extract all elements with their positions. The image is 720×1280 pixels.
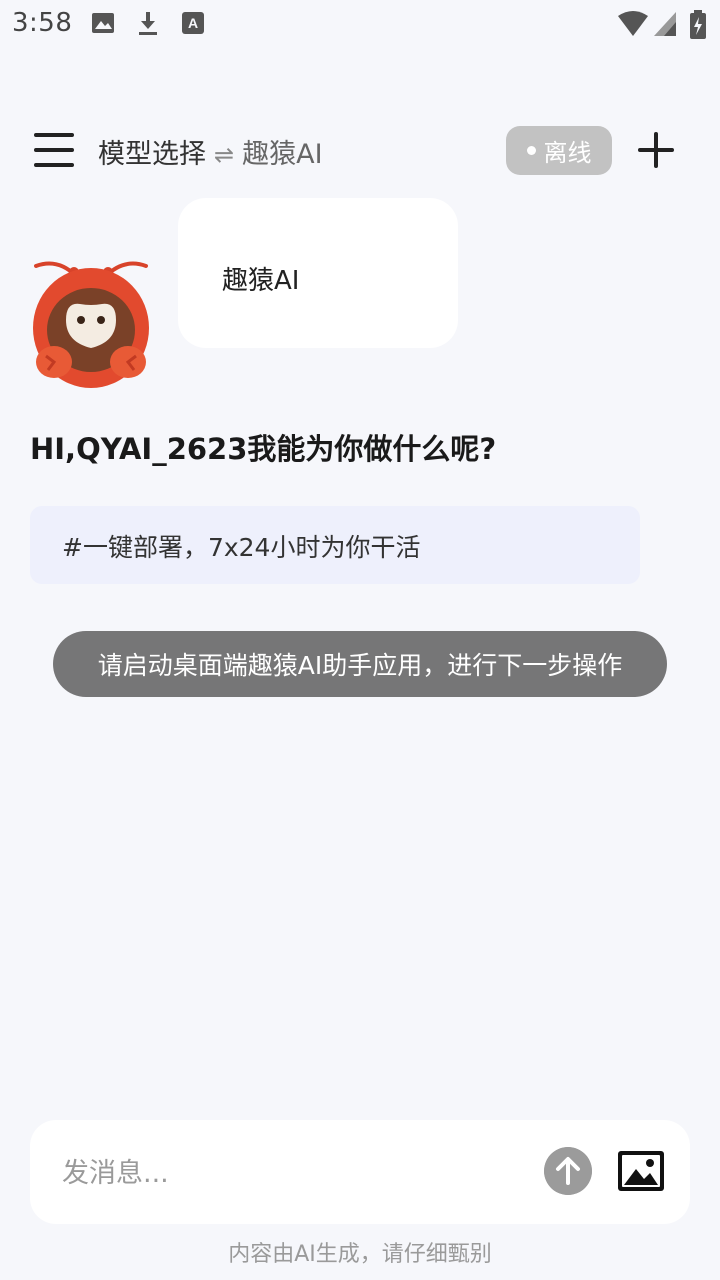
message-input[interactable]: [60, 1146, 524, 1200]
new-chat-plus-icon[interactable]: [636, 130, 676, 170]
chat-bubble: 趣猿AI: [178, 198, 458, 348]
download-icon: [139, 12, 157, 35]
model-select-label: 模型选择: [98, 139, 206, 170]
arrow-up-icon[interactable]: [544, 1147, 592, 1195]
ai-disclaimer: 内容由AI生成，请仔细甄别: [228, 1242, 492, 1267]
bubble-text: 趣猿AI: [222, 266, 300, 296]
hamburger-menu-icon[interactable]: [32, 131, 76, 169]
model-selector[interactable]: 模型选择 ⇌ 趣猿AI: [98, 132, 323, 171]
status-label: 离线: [543, 139, 592, 167]
svg-text:A: A: [188, 15, 198, 31]
text-app-icon: A: [182, 12, 204, 34]
suggestion-tag[interactable]: #一键部署，7x24小时为你干活: [30, 506, 640, 584]
image-upload-icon[interactable]: [616, 1149, 666, 1193]
current-model-name: 趣猿AI: [242, 139, 323, 170]
status-time: 3:58: [12, 8, 73, 38]
image-icon: [92, 13, 114, 33]
mascot-avatar: [33, 261, 149, 388]
status-dot: [526, 146, 536, 155]
message-input-bar: [30, 1120, 690, 1224]
swap-icon: ⇌: [214, 141, 235, 169]
wifi-icon: [618, 11, 648, 36]
greeting-heading: HI,QYAI_2623我能为你做什么呢?: [30, 432, 497, 466]
connection-status-badge: 离线: [506, 126, 612, 175]
suggestion-tag-text: #一键部署，7x24小时为你干活: [62, 533, 421, 562]
signal-icon: [654, 12, 676, 36]
toast-message: 请启动桌面端趣猿AI助手应用，进行下一步操作: [53, 631, 667, 697]
battery-charging-icon: [690, 10, 706, 39]
